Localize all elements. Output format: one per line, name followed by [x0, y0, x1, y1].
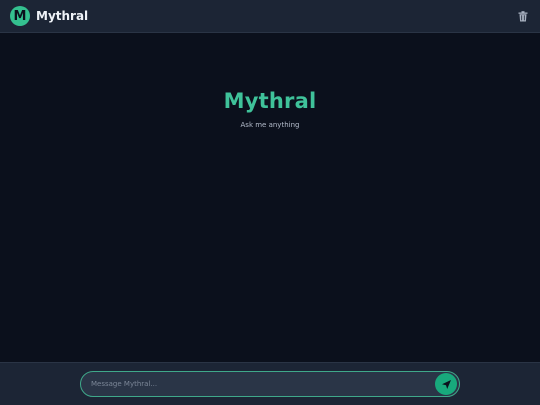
send-button[interactable] — [435, 373, 457, 395]
composer — [80, 371, 460, 397]
app-header: M Mythral — [0, 0, 540, 33]
chat-app: M Mythral Mythral Ask me anything — [0, 0, 540, 405]
app-logo: M — [10, 6, 30, 26]
trash-icon[interactable] — [516, 9, 530, 23]
send-icon — [441, 379, 451, 389]
chat-area: Mythral Ask me anything — [0, 33, 540, 362]
message-input[interactable] — [91, 372, 435, 396]
welcome-subtitle: Ask me anything — [240, 121, 300, 129]
welcome-title: Mythral — [223, 89, 317, 113]
composer-bar — [0, 362, 540, 405]
app-title: Mythral — [36, 9, 89, 23]
logo-letter: M — [13, 8, 27, 24]
